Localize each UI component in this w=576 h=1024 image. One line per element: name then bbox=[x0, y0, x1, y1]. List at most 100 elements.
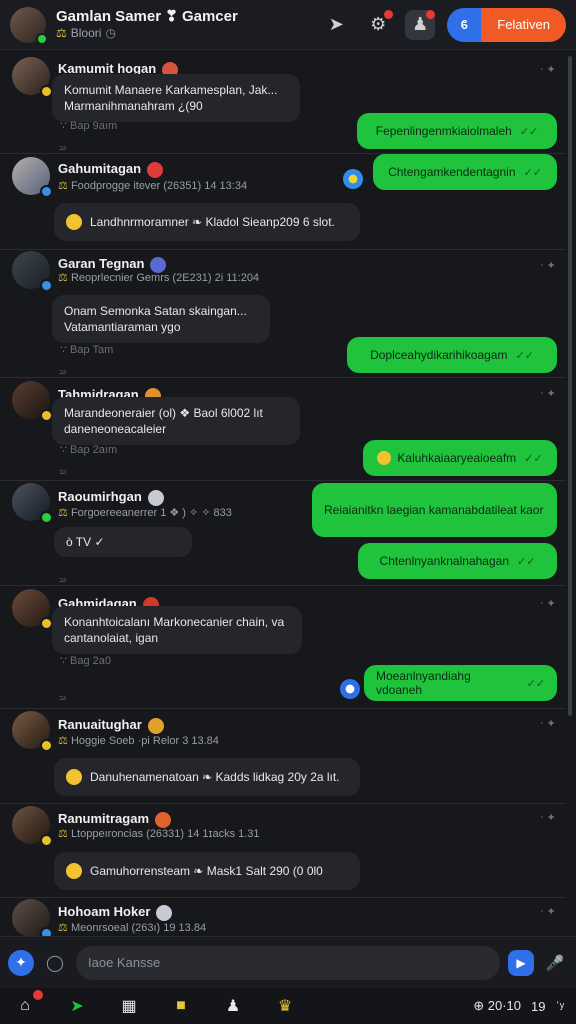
notification-badge bbox=[33, 990, 43, 1000]
emoji-icon bbox=[155, 811, 172, 828]
outgoing-bubble[interactable]: Moeanlnyandiahg vdoaneh ✓✓ bbox=[364, 665, 557, 701]
chat-title-block[interactable]: Gamlan Samer ❣ Gamcer ⚖ Bloori ◷ bbox=[56, 8, 238, 42]
sender-name[interactable]: Ranumitragam bbox=[58, 811, 172, 828]
avatar[interactable] bbox=[12, 157, 53, 198]
chat-title: Gamlan Samer ❣ Gamcer bbox=[56, 7, 238, 25]
avatar[interactable] bbox=[12, 57, 53, 98]
divider bbox=[0, 708, 566, 709]
message-options-icon[interactable]: ‧ ✦ bbox=[540, 905, 556, 918]
outgoing-bubble[interactable]: Chtengamkendentagnin ✓✓ bbox=[373, 154, 557, 190]
outgoing-bubble[interactable]: Chtenlnyanknalnahagan ✓✓ bbox=[358, 543, 557, 579]
outgoing-bubble[interactable]: Kaluhkaiaaryeaioeafm ✓✓ bbox=[363, 440, 557, 476]
avatar[interactable] bbox=[12, 589, 53, 630]
message-input[interactable] bbox=[88, 955, 488, 970]
message-options-icon[interactable]: ‧ ✦ bbox=[540, 63, 556, 76]
message-meta: ⚖ Meonrsoeal (263ı) 19 13.84 bbox=[58, 922, 207, 934]
status-badge bbox=[40, 834, 53, 847]
divider bbox=[0, 480, 566, 481]
folder-icon[interactable]: ■ bbox=[168, 993, 194, 1019]
incoming-bubble[interactable]: ò TV ✓ bbox=[54, 527, 192, 557]
avatar[interactable] bbox=[12, 711, 53, 752]
message-options-icon[interactable]: ‧ ✦ bbox=[540, 259, 556, 272]
message-line: cantanolaiat, igan bbox=[64, 631, 159, 646]
attach-plus-icon[interactable]: ✦ bbox=[8, 949, 34, 976]
read-checkmark-icon: ✓✓ bbox=[519, 125, 539, 138]
clock-icon: ◷ bbox=[105, 26, 116, 41]
emoji-icon bbox=[66, 769, 82, 785]
message-line: Komumit Manaere Karkamesplan, Jak... bbox=[64, 83, 278, 97]
read-checkmark-icon: ✓✓ bbox=[517, 555, 536, 568]
sender-name[interactable]: Gahumitagan bbox=[58, 161, 164, 178]
reaction-icon[interactable] bbox=[340, 679, 360, 699]
status-badge bbox=[40, 511, 53, 524]
calendar-icon[interactable]: ▦ bbox=[116, 993, 142, 1019]
status-count: ⊕ 20·10 bbox=[473, 998, 522, 1013]
chat-header: Gamlan Samer ❣ Gamcer ⚖ Bloori ◷ ➤ ⚙ ♟ ϐ… bbox=[0, 0, 576, 50]
incoming-bubble[interactable]: Danuhenamenatoan ❧ Kadds lidkag 20y 2a l… bbox=[54, 758, 360, 796]
incoming-bubble[interactable]: Gamuhorrensteam ❧ Mask1 Salt 290 (0 0l0 bbox=[54, 852, 360, 890]
incoming-bubble[interactable]: Landhnrmoramner ❧ Kladol Sieanp209 6 slo… bbox=[54, 203, 360, 241]
message-meta: ⚖ Hoggie Soeb ·pi Relor 3 13.84 bbox=[58, 735, 219, 747]
avatar[interactable] bbox=[12, 806, 53, 847]
read-checkmark-icon: ✓✓ bbox=[523, 166, 542, 179]
message-line: daneneoneacaleier bbox=[64, 422, 167, 437]
emoji-icon bbox=[377, 451, 392, 465]
avatar[interactable] bbox=[12, 899, 53, 936]
sticker-icon[interactable]: ◯ bbox=[42, 950, 68, 976]
subtitle-tag: ⚖ bbox=[56, 26, 67, 41]
message-meta: ⚖ Forgoereeanerrer 1 ❖ ) ✧ ✧ 833 bbox=[58, 507, 232, 519]
bottom-navigation: ⌂ ➤ ▦ ■ ♟ ♛ ⊕ 20·10 19 ʿʸ bbox=[0, 988, 576, 1024]
avatar[interactable] bbox=[12, 251, 53, 292]
people-icon[interactable]: ♟ bbox=[220, 993, 246, 1019]
message-date: ∵ Bap 2aım bbox=[60, 444, 118, 456]
cta-button[interactable]: ϐ Felativen bbox=[447, 7, 566, 42]
cta-right-label: Felativen bbox=[481, 7, 566, 42]
divider bbox=[0, 897, 566, 898]
message-line: Marmanihmanahram ¿(90 bbox=[64, 99, 203, 114]
status-badge bbox=[40, 279, 53, 292]
scrollbar[interactable] bbox=[568, 56, 572, 716]
message-line: Konanhtoicalanı Markonecanier chain, va bbox=[64, 615, 285, 629]
members-icon[interactable]: ♟ bbox=[405, 9, 436, 40]
message-options-icon[interactable]: ‧ ✦ bbox=[540, 811, 556, 824]
incoming-bubble[interactable]: Onam Semonka Satan skaingan... Vatamanti… bbox=[52, 295, 270, 344]
microphone-icon[interactable]: 🎤 bbox=[542, 950, 568, 976]
send-icon[interactable]: ▶ bbox=[508, 949, 534, 976]
message-composer: ✦ ◯ ▶ 🎤 bbox=[0, 936, 576, 988]
message-options-icon[interactable]: ‧ ✦ bbox=[540, 597, 556, 610]
message-options-icon[interactable]: ‧ ✦ bbox=[540, 717, 556, 730]
avatar[interactable] bbox=[12, 483, 53, 524]
message-line: Marandeoneraier (ol) ❖ Baol 6l002 lıt bbox=[64, 406, 263, 420]
sender-name[interactable]: Raoumirhgan bbox=[58, 489, 164, 506]
incoming-bubble[interactable]: Marandeoneraier (ol) ❖ Baol 6l002 lıt da… bbox=[52, 397, 300, 446]
bottom-status: ⊕ 20·10 19 ʿʸ bbox=[473, 998, 564, 1014]
message-date: ∵ Bag 2a0 bbox=[60, 655, 112, 667]
sender-name[interactable]: Ranuaitughar bbox=[58, 717, 164, 734]
reaction-icon[interactable] bbox=[343, 169, 363, 189]
sender-name[interactable]: Hohoam Hoker bbox=[58, 904, 173, 921]
message-options-icon[interactable]: ‧ ✦ bbox=[540, 387, 556, 400]
message-date: ∵ Bap Tam bbox=[60, 344, 114, 356]
group-avatar[interactable] bbox=[10, 6, 48, 45]
status-number: 19 bbox=[531, 998, 546, 1014]
online-indicator bbox=[36, 32, 48, 45]
pin-icon[interactable]: ➤ bbox=[321, 10, 351, 40]
message-meta: ⚖ Foodprogge itever (26351) 14 13:34 bbox=[58, 180, 248, 192]
avatar[interactable] bbox=[12, 381, 53, 422]
outgoing-bubble[interactable]: Doplceahydikarihikoagam ✓✓ bbox=[347, 337, 557, 373]
incoming-bubble[interactable]: Konanhtoicalanı Markonecanier chain, va … bbox=[52, 606, 302, 655]
settings-gear-icon[interactable]: ⚙ bbox=[363, 9, 394, 40]
trophy-icon[interactable]: ♛ bbox=[272, 993, 298, 1019]
message-line: Onam Semonka Satan skaingan... bbox=[64, 304, 247, 318]
outgoing-bubble[interactable]: Fepenlingenmkiaiolmaleh ✓✓ bbox=[357, 113, 557, 149]
message-feed[interactable]: Kamumit hogan Komumit Manaere Karkamespl… bbox=[0, 51, 566, 936]
explore-icon[interactable]: ➤ bbox=[64, 993, 90, 1019]
outgoing-bubble[interactable]: Reiaianitkn laegian kamanabdatileat kaor bbox=[312, 483, 557, 537]
emoji-icon bbox=[147, 489, 164, 506]
message-input-wrapper bbox=[76, 945, 500, 980]
home-icon[interactable]: ⌂ bbox=[12, 990, 43, 1019]
read-checkmark-icon: ✓✓ bbox=[524, 452, 543, 465]
message-line: Vatamantiaraman ygo bbox=[64, 320, 181, 335]
divider bbox=[0, 585, 566, 586]
incoming-bubble[interactable]: Komumit Manaere Karkamesplan, Jak... Mar… bbox=[52, 74, 300, 123]
